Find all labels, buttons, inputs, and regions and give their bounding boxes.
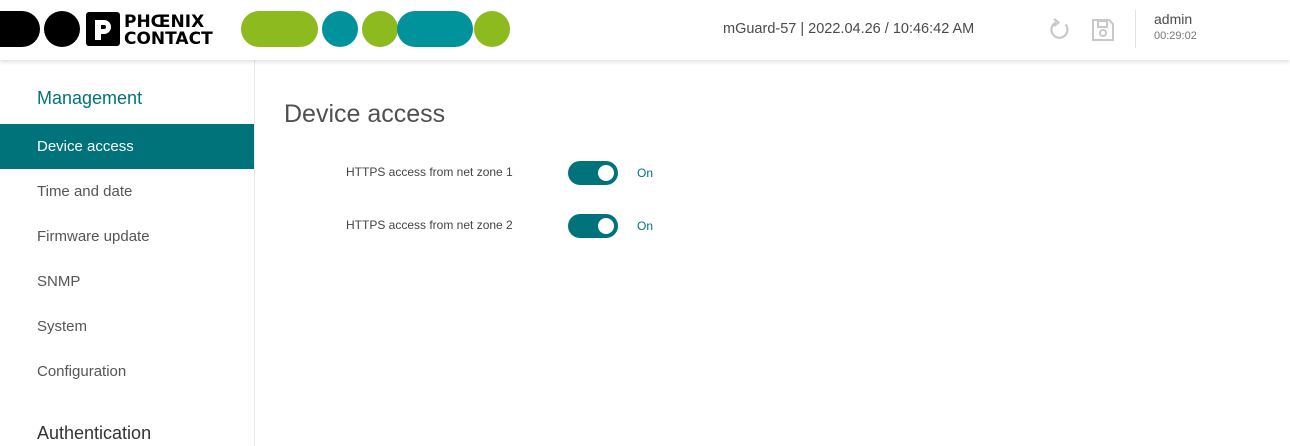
user-info[interactable]: admin 00:29:02 [1154, 11, 1197, 44]
setting-label: HTTPS access from net zone 1 [346, 165, 513, 179]
sidebar-item-system[interactable]: System [0, 304, 254, 349]
main-content: Device access HTTPS access from net zone… [255, 60, 1290, 446]
sidebar: Management Device access Time and date F… [0, 60, 255, 446]
logo-mark-icon [86, 12, 120, 46]
setting-row-https-zone-2: HTTPS access from net zone 2 On [255, 214, 855, 238]
app-header: PHŒNIX CONTACT mGuard-57 | 2022.04.26 / … [0, 0, 1290, 60]
sidebar-section-authentication[interactable]: Authentication [37, 423, 151, 444]
setting-label: HTTPS access from net zone 2 [346, 218, 513, 232]
https-zone-1-toggle[interactable] [568, 161, 618, 185]
page-title: Device access [284, 100, 446, 128]
sidebar-item-snmp[interactable]: SNMP [0, 259, 254, 304]
header-divider [1135, 10, 1136, 48]
sidebar-item-firmware-update[interactable]: Firmware update [0, 214, 254, 259]
sidebar-item-device-access[interactable]: Device access [0, 124, 254, 169]
toggle-knob [598, 165, 614, 181]
toggle-knob [598, 218, 614, 234]
https-zone-2-toggle[interactable] [568, 214, 618, 238]
device-status-text: mGuard-57 | 2022.04.26 / 10:46:42 AM [723, 21, 975, 37]
sidebar-item-time-and-date[interactable]: Time and date [0, 169, 254, 214]
sidebar-section-management[interactable]: Management [37, 88, 142, 109]
toggle-state-text: On [637, 166, 654, 180]
session-timer: 00:29:02 [1154, 30, 1197, 42]
save-icon[interactable] [1088, 15, 1118, 45]
refresh-icon[interactable] [1045, 15, 1075, 45]
sidebar-item-configuration[interactable]: Configuration [0, 349, 254, 394]
svg-text:CONTACT: CONTACT [124, 29, 213, 49]
setting-row-https-zone-1: HTTPS access from net zone 1 On [255, 161, 855, 185]
toggle-state-text: On [637, 219, 654, 233]
phoenix-contact-logo[interactable]: PHŒNIX CONTACT [0, 0, 520, 60]
username: admin [1154, 11, 1193, 27]
